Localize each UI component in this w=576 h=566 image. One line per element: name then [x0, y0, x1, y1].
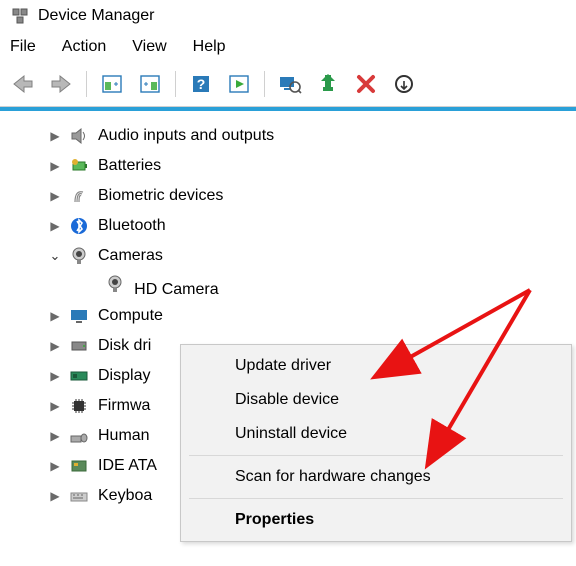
- toolbar-separator: [264, 71, 265, 97]
- uninstall-icon[interactable]: [349, 68, 383, 100]
- bluetooth-icon: [68, 215, 90, 237]
- context-menu-update-driver[interactable]: Update driver: [181, 349, 571, 383]
- chevron-right-icon[interactable]: ▶: [48, 159, 62, 173]
- tree-item-label: Cameras: [98, 247, 163, 265]
- update-driver-icon[interactable]: [311, 68, 345, 100]
- tree-item-label: Firmwa: [98, 397, 150, 415]
- toolbar: ?: [0, 64, 576, 107]
- battery-icon: [68, 155, 90, 177]
- help-icon[interactable]: ?: [184, 68, 218, 100]
- menu-file[interactable]: File: [10, 38, 36, 56]
- back-icon[interactable]: [6, 68, 40, 100]
- tree-item-label: Biometric devices: [98, 187, 223, 205]
- chevron-right-icon[interactable]: ▶: [48, 219, 62, 233]
- fingerprint-icon: [68, 185, 90, 207]
- menubar: File Action View Help: [0, 32, 576, 64]
- hid-icon: [68, 425, 90, 447]
- tree-item-audio[interactable]: ▶ Audio inputs and outputs: [0, 121, 576, 151]
- chevron-right-icon[interactable]: ▶: [48, 459, 62, 473]
- panel-left-icon[interactable]: [95, 68, 129, 100]
- scan-hardware-icon[interactable]: [273, 68, 307, 100]
- context-menu-disable-device[interactable]: Disable device: [181, 383, 571, 417]
- disable-icon[interactable]: [387, 68, 421, 100]
- ide-icon: [68, 455, 90, 477]
- context-menu-uninstall-device[interactable]: Uninstall device: [181, 417, 571, 451]
- tree-item-label: HD Camera: [134, 281, 218, 298]
- chevron-right-icon[interactable]: ▶: [48, 369, 62, 383]
- tree-item-label: Keyboa: [98, 487, 152, 505]
- tree-item-batteries[interactable]: ▶ Batteries: [0, 151, 576, 181]
- tree-item-bluetooth[interactable]: ▶ Bluetooth: [0, 211, 576, 241]
- tree-item-label: Display: [98, 367, 150, 385]
- menu-view[interactable]: View: [132, 38, 166, 56]
- speaker-icon: [68, 125, 90, 147]
- tree-item-computer[interactable]: ▶ Compute: [0, 301, 576, 331]
- context-menu-separator: [189, 498, 563, 499]
- context-menu-scan-hardware[interactable]: Scan for hardware changes: [181, 460, 571, 494]
- tree-item-label: Audio inputs and outputs: [98, 127, 274, 145]
- chevron-right-icon[interactable]: ▶: [48, 309, 62, 323]
- forward-icon[interactable]: [44, 68, 78, 100]
- toolbar-separator: [86, 71, 87, 97]
- tree-item-hd-camera[interactable]: ▶ HD Camera: [0, 271, 576, 301]
- context-menu-properties[interactable]: Properties: [181, 503, 571, 537]
- chevron-right-icon[interactable]: ▶: [48, 399, 62, 413]
- chevron-right-icon[interactable]: ▶: [48, 339, 62, 353]
- device-manager-icon: [10, 6, 30, 26]
- keyboard-icon: [68, 485, 90, 507]
- tree-item-label: Human: [98, 427, 150, 445]
- menu-action[interactable]: Action: [62, 38, 106, 56]
- gpu-icon: [68, 365, 90, 387]
- monitor-icon: [68, 305, 90, 327]
- chevron-right-icon[interactable]: ▶: [48, 189, 62, 203]
- chevron-right-icon[interactable]: ▶: [48, 489, 62, 503]
- tree-item-label: IDE ATA: [98, 457, 157, 475]
- tree-item-label: Compute: [98, 307, 163, 325]
- tree-item-label: Bluetooth: [98, 217, 166, 235]
- menu-help[interactable]: Help: [193, 38, 226, 56]
- svg-text:?: ?: [197, 76, 206, 92]
- chevron-down-icon[interactable]: ⌄: [48, 248, 62, 264]
- play-panel-icon[interactable]: [222, 68, 256, 100]
- tree-item-biometric[interactable]: ▶ Biometric devices: [0, 181, 576, 211]
- chevron-right-icon[interactable]: ▶: [48, 429, 62, 443]
- chip-icon: [68, 395, 90, 417]
- camera-icon: [68, 245, 90, 267]
- chevron-right-icon[interactable]: ▶: [48, 129, 62, 143]
- context-menu: Update driver Disable device Uninstall d…: [180, 344, 572, 542]
- context-menu-separator: [189, 455, 563, 456]
- tree-item-label: Disk dri: [98, 337, 151, 355]
- tree-item-cameras[interactable]: ⌄ Cameras: [0, 241, 576, 271]
- camera-icon: [104, 273, 126, 295]
- disk-icon: [68, 335, 90, 357]
- toolbar-separator: [175, 71, 176, 97]
- titlebar: Device Manager: [0, 0, 576, 32]
- window-title: Device Manager: [38, 7, 155, 25]
- panel-right-icon[interactable]: [133, 68, 167, 100]
- tree-item-label: Batteries: [98, 157, 161, 175]
